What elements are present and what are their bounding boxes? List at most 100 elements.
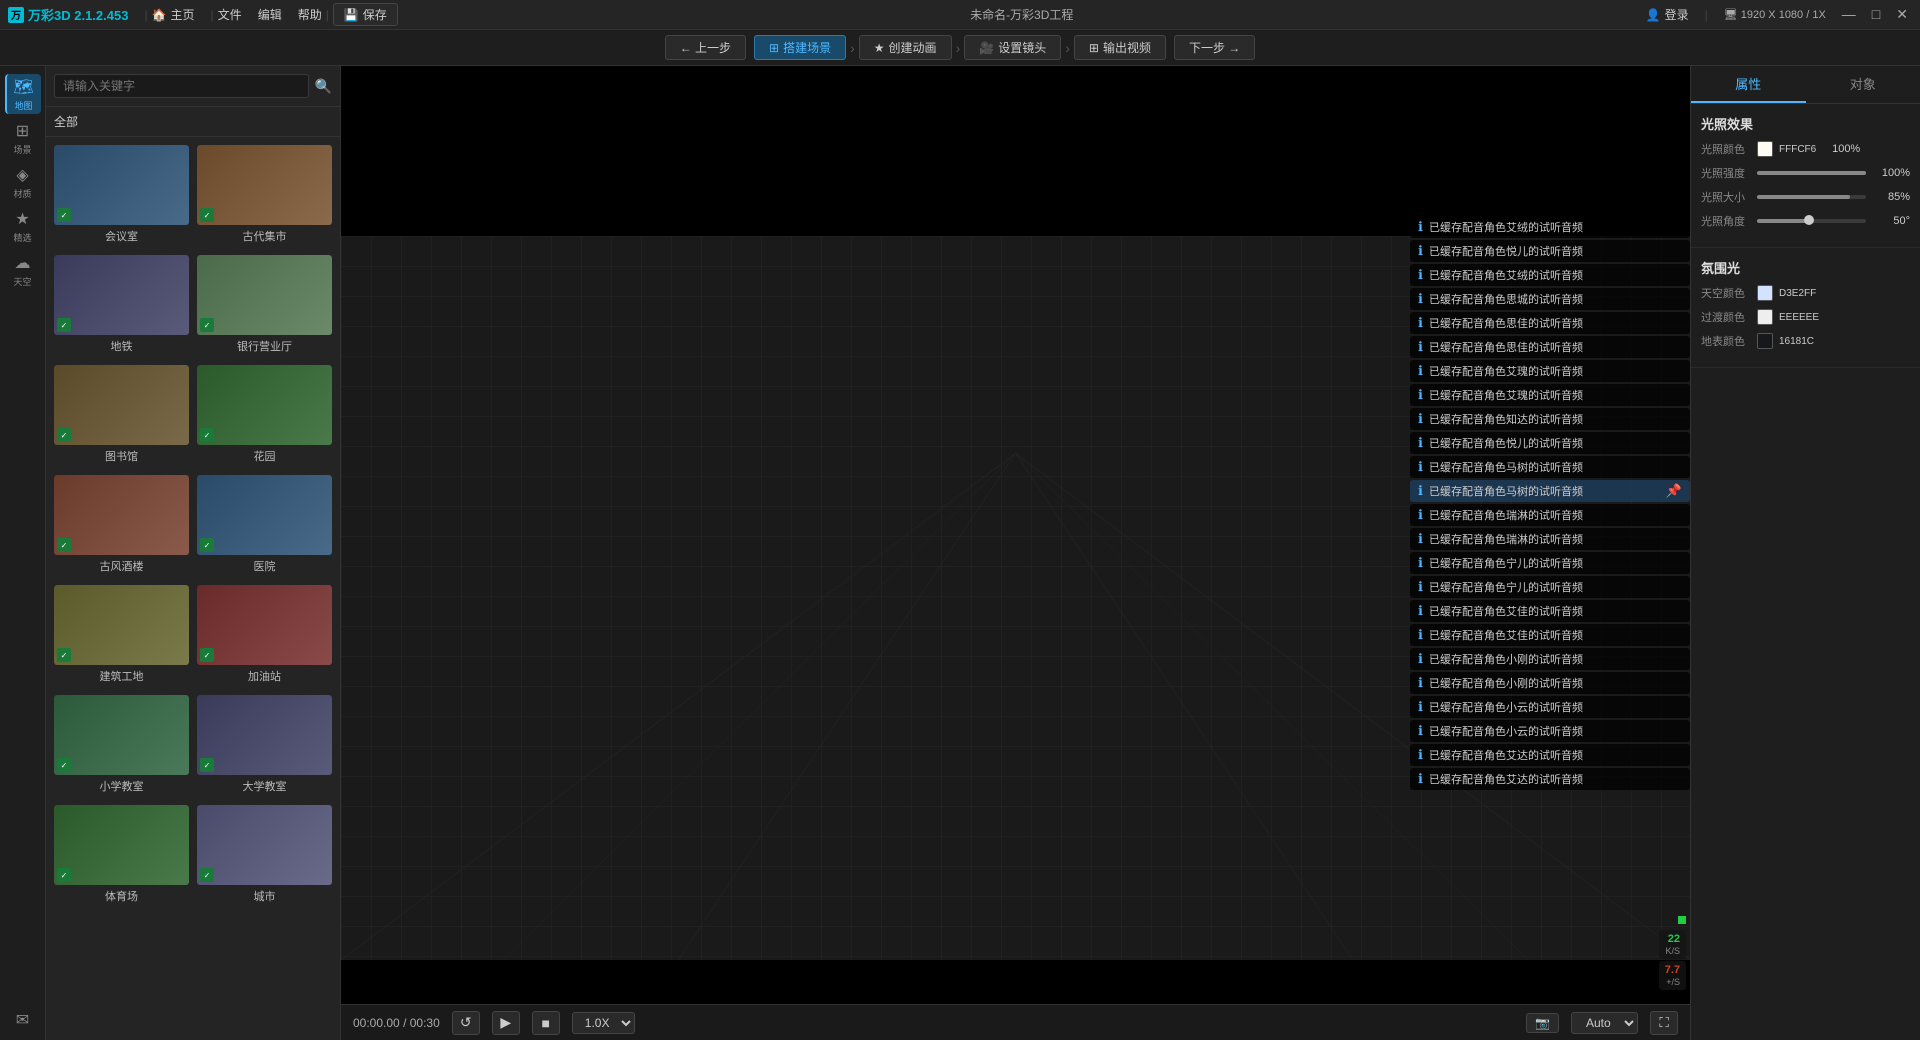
- fps-unit: K/S: [1665, 946, 1680, 956]
- notif-text-4: 已缓存配音角色思佳的试听音频: [1429, 315, 1583, 331]
- asset-item-5[interactable]: ✓ 花园: [197, 365, 332, 467]
- asset-item-7[interactable]: ✓ 医院: [197, 475, 332, 577]
- home-btn[interactable]: 🏠 主页: [152, 6, 195, 23]
- notifications-overlay: ℹ 已缓存配音角色艾绒的试听音频 ℹ 已缓存配音角色悦儿的试听音频 ℹ 已缓存配…: [1410, 216, 1690, 790]
- lighting-intensity-slider[interactable]: [1757, 171, 1866, 175]
- search-button[interactable]: 🔍: [315, 78, 332, 95]
- notification-23: ℹ 已缓存配音角色艾达的试听音频: [1410, 768, 1690, 790]
- search-bar: 🔍: [46, 66, 340, 107]
- auto-select[interactable]: Auto: [1571, 1012, 1638, 1034]
- asset-item-9[interactable]: ✓ 加油站: [197, 585, 332, 687]
- sep3: |: [326, 8, 329, 22]
- asset-grid: ✓ 会议室 ✓ 古代集市 ✓ 地铁 ✓ 银行营业厅 ✓ 图书馆 ✓: [46, 137, 340, 1040]
- sidebar-item-scene[interactable]: ⊞ 场景: [5, 118, 41, 158]
- step-export-video[interactable]: ⊞ 输出视频: [1074, 35, 1166, 60]
- ground-color-label: 地表颜色: [1701, 333, 1751, 349]
- stop-btn[interactable]: ■: [532, 1011, 560, 1035]
- search-input[interactable]: [54, 74, 309, 98]
- avatar-icon: 👤: [1646, 8, 1661, 22]
- asset-item-11[interactable]: ✓ 大学教室: [197, 695, 332, 797]
- loop-btn[interactable]: ↺: [452, 1011, 480, 1035]
- asset-label-2: 地铁: [54, 335, 189, 357]
- notif-text-15: 已缓存配音角色宁儿的试听音频: [1429, 579, 1583, 595]
- sidebar-item-map[interactable]: 🗺 地图: [5, 74, 41, 114]
- menu-file[interactable]: 文件: [218, 6, 242, 23]
- step-set-camera[interactable]: 🎥 设置镜头: [964, 35, 1061, 60]
- window-title: 未命名-万彩3D工程: [398, 6, 1646, 23]
- close-btn[interactable]: ✕: [1892, 6, 1912, 23]
- notif-pin-icon-11: 📌: [1666, 483, 1682, 499]
- asset-item-1[interactable]: ✓ 古代集市: [197, 145, 332, 247]
- trans-color-swatch[interactable]: [1757, 309, 1773, 325]
- asset-corner-icon-9: ✓: [200, 648, 214, 662]
- minimize-btn[interactable]: —: [1838, 6, 1860, 23]
- lighting-color-hex: FFFCF6: [1779, 144, 1816, 155]
- asset-item-0[interactable]: ✓ 会议室: [54, 145, 189, 247]
- category-label: 全部: [54, 115, 78, 129]
- camera-btn[interactable]: 📷: [1526, 1013, 1559, 1033]
- fullscreen-btn[interactable]: ⛶: [1650, 1011, 1678, 1035]
- asset-item-3[interactable]: ✓ 银行营业厅: [197, 255, 332, 357]
- save-icon: 💾: [344, 8, 359, 22]
- sep1: |: [144, 8, 147, 22]
- mem-block: 7.7 +/S: [1659, 961, 1686, 990]
- tab-object[interactable]: 对象: [1806, 66, 1920, 103]
- asset-corner-icon-1: ✓: [200, 208, 214, 222]
- asset-label-4: 图书馆: [54, 445, 189, 467]
- notif-info-icon-18: ℹ: [1418, 651, 1423, 667]
- asset-item-2[interactable]: ✓ 地铁: [54, 255, 189, 357]
- nav-label-sky: 天空: [13, 275, 31, 288]
- asset-item-12[interactable]: ✓ 体育场: [54, 805, 189, 907]
- menu-edit[interactable]: 编辑: [258, 6, 282, 23]
- notification-1: ℹ 已缓存配音角色悦儿的试听音频: [1410, 240, 1690, 262]
- notification-0: ℹ 已缓存配音角色艾绒的试听音频: [1410, 216, 1690, 238]
- notif-info-icon-19: ℹ: [1418, 675, 1423, 691]
- asset-item-6[interactable]: ✓ 古风酒楼: [54, 475, 189, 577]
- speed-selector[interactable]: 1.0X: [572, 1012, 635, 1034]
- performance-overlay: 22 K/S 7.7 +/S: [1659, 916, 1686, 990]
- asset-corner-icon-13: ✓: [200, 868, 214, 882]
- asset-corner-icon-8: ✓: [57, 648, 71, 662]
- lighting-size-row: 光照大小 85%: [1701, 189, 1910, 205]
- asset-item-8[interactable]: ✓ 建筑工地: [54, 585, 189, 687]
- sidebar-item-messages[interactable]: ✉: [5, 1000, 41, 1040]
- sidebar-item-material[interactable]: ◈ 材质: [5, 162, 41, 202]
- perf-dot-green: [1678, 916, 1686, 924]
- window-controls: — □ ✕: [1838, 6, 1912, 23]
- save-button[interactable]: 💾 保存: [333, 3, 398, 26]
- next-step-btn[interactable]: 下一步 →: [1174, 35, 1255, 60]
- lighting-size-slider[interactable]: [1757, 195, 1866, 199]
- asset-item-4[interactable]: ✓ 图书馆: [54, 365, 189, 467]
- step-build-scene[interactable]: ⊞ 搭建场景: [754, 35, 846, 60]
- asset-item-13[interactable]: ✓ 城市: [197, 805, 332, 907]
- lighting-color-row: 光照颜色 FFFCF6 100%: [1701, 141, 1910, 157]
- login-button[interactable]: 👤 登录: [1646, 6, 1689, 23]
- play-btn[interactable]: ▶: [492, 1011, 520, 1035]
- asset-item-10[interactable]: ✓ 小学教室: [54, 695, 189, 797]
- sky-color-swatch[interactable]: [1757, 285, 1773, 301]
- asset-thumb-12: ✓: [54, 805, 189, 885]
- asset-corner-icon-3: ✓: [200, 318, 214, 332]
- sidebar-item-sky[interactable]: ☁ 天空: [5, 250, 41, 290]
- lighting-intensity-label: 光照强度: [1701, 165, 1751, 181]
- sidebar-item-featured[interactable]: ★ 精选: [5, 206, 41, 246]
- notif-text-17: 已缓存配音角色艾佳的试听音频: [1429, 627, 1583, 643]
- notif-text-14: 已缓存配音角色宁儿的试听音频: [1429, 555, 1583, 571]
- tab-properties[interactable]: 属性: [1691, 66, 1806, 103]
- notification-2: ℹ 已缓存配音角色艾绒的试听音频: [1410, 264, 1690, 286]
- notif-info-icon-23: ℹ: [1418, 771, 1423, 787]
- ground-color-swatch[interactable]: [1757, 333, 1773, 349]
- fps-value: 22: [1668, 933, 1680, 945]
- step-create-animation[interactable]: ★ 创建动画: [859, 35, 952, 60]
- notif-text-22: 已缓存配音角色艾达的试听音频: [1429, 747, 1583, 763]
- logo-icon: 万: [8, 7, 24, 23]
- notification-6: ℹ 已缓存配音角色艾瑰的试听音频: [1410, 360, 1690, 382]
- step-bar: ← 上一步 ⊞ 搭建场景 › ★ 创建动画 › 🎥 设置镜头 › ⊞ 输出视频 …: [0, 30, 1920, 66]
- prev-step-btn[interactable]: ← 上一步: [665, 35, 746, 60]
- lighting-color-swatch[interactable]: [1757, 141, 1773, 157]
- maximize-btn[interactable]: □: [1868, 6, 1884, 23]
- resolution-display: 🖥 1920 X 1080 / 1X: [1724, 8, 1826, 21]
- menu-help[interactable]: 帮助: [298, 6, 322, 23]
- category-bar: 全部: [46, 107, 340, 137]
- lighting-angle-slider[interactable]: [1757, 219, 1866, 223]
